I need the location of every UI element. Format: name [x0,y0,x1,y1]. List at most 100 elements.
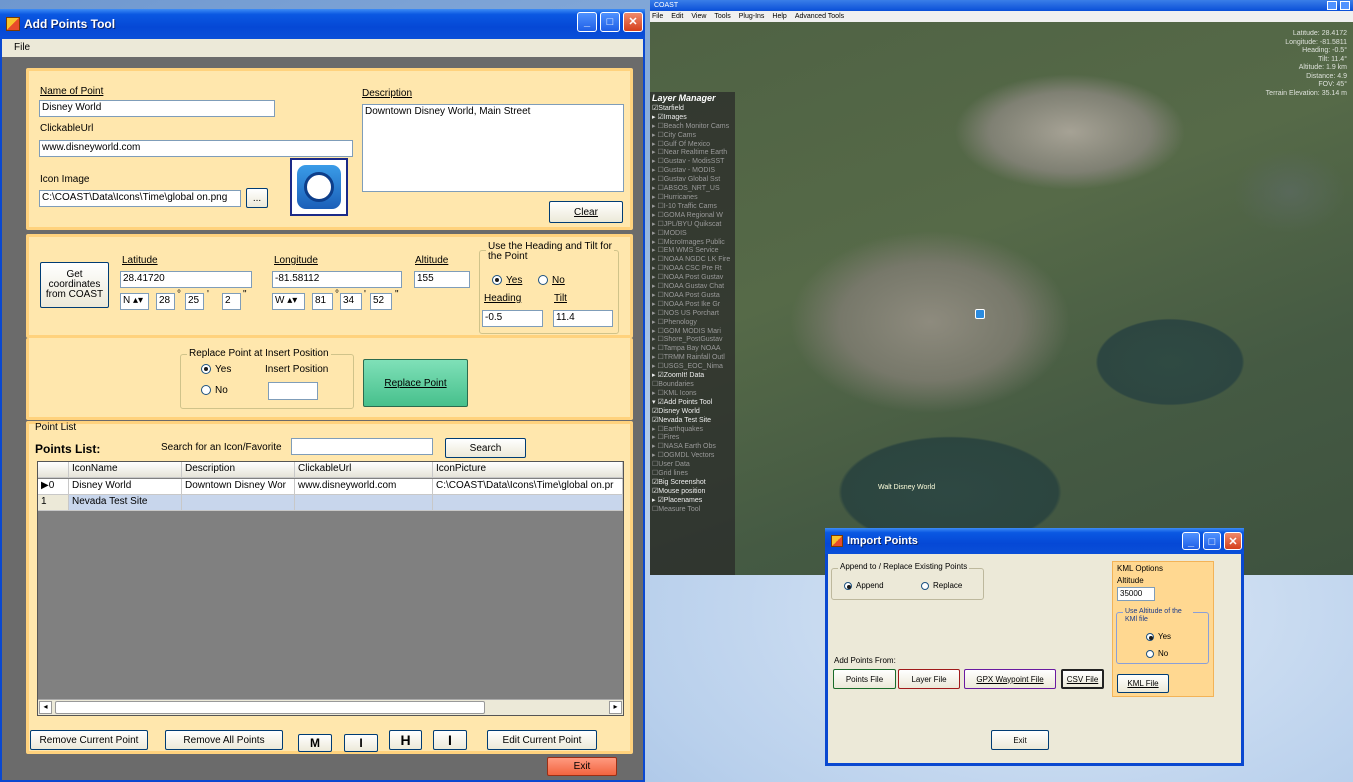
layer-item[interactable]: ▸ ☐NOAA Post Gustav [652,274,733,283]
close-icon[interactable]: ✕ [623,12,643,32]
table-cell[interactable]: www.disneyworld.com [295,479,433,495]
import-minimize-icon[interactable]: _ [1182,532,1200,550]
clear-button[interactable]: Clear [549,201,623,223]
column-header-iconname[interactable]: IconName [69,462,182,478]
heading-field[interactable]: -0.5 [482,310,543,327]
use-altitude-no-radio[interactable]: No [1146,649,1168,658]
layer-item[interactable]: ▸ ☐JPL/BYU Quikscat [652,221,733,230]
search-button[interactable]: Search [445,438,526,458]
i-button[interactable]: I [433,730,467,750]
horizontal-scrollbar[interactable]: ◂ ▸ [38,699,623,715]
layer-item[interactable]: ▸ ☐NOAA NGDC LK Fire [652,256,733,265]
layer-item[interactable]: ▸ ☐NOS US Porchart [652,310,733,319]
layer-item[interactable]: ▸ ☐NOAA Post Gusta [652,292,733,301]
edit-current-point-button[interactable]: Edit Current Point [487,730,597,750]
table-cell[interactable]: C:\COAST\Data\Icons\Time\global on.pr [433,479,623,495]
use-altitude-yes-radio[interactable]: Yes [1146,632,1171,641]
lon-degrees-field[interactable]: 81 [312,293,333,310]
replace-radio[interactable]: Replace [921,581,962,590]
table-cell[interactable] [433,495,623,511]
minimize-icon[interactable]: _ [577,12,597,32]
layer-item[interactable]: ▸ ☐Gustav - ModisSST [652,158,733,167]
column-header-index[interactable] [38,462,69,478]
lat-minutes-field[interactable]: 25 [185,293,204,310]
coast-menu-edit[interactable]: Edit [671,13,683,20]
layer-item[interactable]: ▸ ☑Placenames [652,497,733,506]
layer-item[interactable]: ▸ ☐I-10 Traffic Cams [652,203,733,212]
exit-button[interactable]: Exit [547,757,617,776]
layer-item[interactable]: ▾ ☑Add Points Tool [652,399,733,408]
lat-degrees-field[interactable]: 28 [156,293,175,310]
layer-item[interactable]: ☑Nevada Test Site [652,417,733,426]
latitude-direction-spinner[interactable]: N ▴▾ [120,293,149,310]
insert-button[interactable]: I [344,734,378,752]
layer-item[interactable]: ▸ ☐Hurricanes [652,194,733,203]
layer-item[interactable]: ☐Boundaries [652,381,733,390]
replace-no-radio[interactable]: No [201,385,228,396]
coast-menu-view[interactable]: View [691,13,706,20]
layer-item[interactable]: ▸ ☐NASA Earth Obs [652,443,733,452]
heading-yes-radio[interactable]: Yes [492,275,522,286]
layer-item[interactable]: ▸ ☐City Cams [652,132,733,141]
remove-current-point-button[interactable]: Remove Current Point [30,730,148,750]
import-exit-button[interactable]: Exit [991,730,1049,750]
menu-file[interactable]: File [14,42,30,53]
layer-item[interactable]: ☑Starfield [652,105,733,114]
layer-item[interactable]: ▸ ☑ZoomIt! Data [652,372,733,381]
layer-item[interactable]: ▸ ☐Fires [652,434,733,443]
coast-menu-tools[interactable]: Tools [714,13,730,20]
point-marker-icon[interactable] [975,309,985,319]
coast-menu-plugins[interactable]: Plug-Ins [739,13,765,20]
remove-all-points-button[interactable]: Remove All Points [165,730,283,750]
layer-item[interactable]: ▸ ☐ABSOS_NRT_US [652,185,733,194]
layer-item[interactable]: ▸ ☐OGMDL Vectors [652,452,733,461]
h-button[interactable]: H [389,730,422,750]
description-field[interactable]: Downtown Disney World, Main Street [362,104,624,192]
scrollbar-thumb[interactable] [55,701,485,714]
layer-item[interactable]: ▸ ☐Tampa Bay NOAA [652,345,733,354]
column-header-clickableurl[interactable]: ClickableUrl [295,462,433,478]
layer-item[interactable]: ▸ ☐KML Icons [652,390,733,399]
longitude-direction-spinner[interactable]: W ▴▾ [272,293,305,310]
layer-item[interactable]: ▸ ☐NOAA Post Ike Gr [652,301,733,310]
layer-item[interactable]: ▸ ☐EM WMS Service [652,247,733,256]
icon-path-field[interactable]: C:\COAST\Data\Icons\Time\global on.png [39,190,241,207]
insert-position-field[interactable] [268,382,318,400]
column-header-iconpicture[interactable]: IconPicture [433,462,623,478]
layer-item[interactable]: ▸ ☑Images [652,114,733,123]
scroll-left-icon[interactable]: ◂ [39,701,52,714]
layer-item[interactable]: ▸ ☐Beach Monitor Cams [652,123,733,132]
lon-minutes-field[interactable]: 34 [340,293,362,310]
column-header-description[interactable]: Description [182,462,295,478]
search-input[interactable] [291,438,433,455]
latitude-field[interactable]: 28.41720 [120,271,252,288]
append-radio[interactable]: Append [844,581,884,590]
table-row[interactable]: 1 Nevada Test Site [38,495,623,511]
layer-item[interactable]: ▸ ☐GOMA Regional W [652,212,733,221]
coast-maximize-icon[interactable] [1340,1,1350,10]
layer-item[interactable]: ☑Mouse position [652,488,733,497]
lon-seconds-field[interactable]: 52 [370,293,392,310]
browse-button[interactable]: ... [246,188,268,208]
url-field[interactable]: www.disneyworld.com [39,140,353,157]
layer-item[interactable]: ☑Disney World [652,408,733,417]
layer-item[interactable]: ▸ ☐TRMM Rainfall Outl [652,354,733,363]
heading-no-radio[interactable]: No [538,275,565,286]
import-close-icon[interactable]: ✕ [1224,532,1242,550]
coast-minimize-icon[interactable] [1327,1,1337,10]
coast-menu-file[interactable]: File [652,13,663,20]
replace-yes-radio[interactable]: Yes [201,364,231,375]
table-cell[interactable]: Disney World [69,479,182,495]
layer-item[interactable]: ▸ ☐Phenology [652,319,733,328]
layer-item[interactable]: ☐User Data [652,461,733,470]
layer-item[interactable]: ▸ ☐Gustav Global Sst [652,176,733,185]
layer-item[interactable]: ☑Big Screenshot [652,479,733,488]
kml-file-button[interactable]: KML File [1117,674,1169,693]
points-file-button[interactable]: Points File [833,669,896,689]
move-button[interactable]: M [298,734,332,752]
longitude-field[interactable]: -81.58112 [272,271,402,288]
layer-item[interactable]: ▸ ☐USGS_EOC_Nima [652,363,733,372]
table-row[interactable]: ▶0 Disney World Downtown Disney Wor www.… [38,479,623,495]
coast-menu-help[interactable]: Help [772,13,786,20]
layer-file-button[interactable]: Layer File [898,669,960,689]
